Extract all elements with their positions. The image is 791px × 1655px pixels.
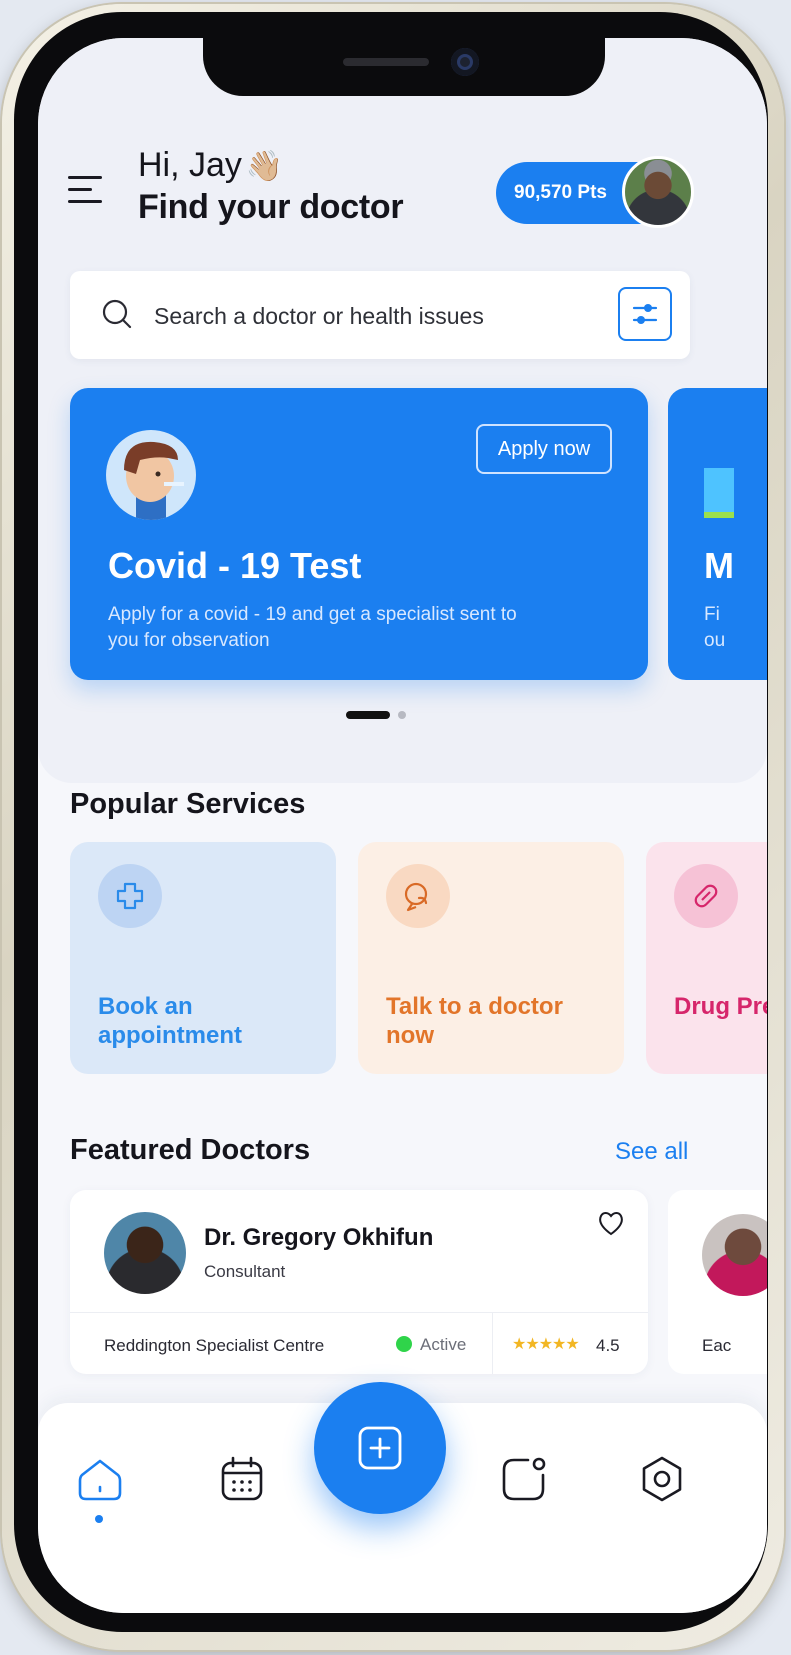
card-divider [70,1312,648,1313]
next-banner-title: M [704,545,734,586]
patient-illustration-icon [106,430,196,520]
points-value: 90,570 Pts [514,182,607,203]
wave-icon: 👋🏼 [245,150,284,183]
doctor-avatar [104,1212,186,1294]
service-book-appointment[interactable]: Book an appointment [70,842,336,1074]
star-rating-icon: ★★★★★ [512,1336,580,1353]
device-notch [203,38,605,96]
carousel-pagination[interactable] [346,706,406,724]
doctor-name: Dr. Gregory Okhifun [204,1224,434,1251]
pagination-dot-active[interactable] [346,711,390,719]
add-icon [358,1426,402,1470]
settings-icon [642,1456,682,1502]
status-badge: Active [420,1335,467,1354]
sliders-icon [632,304,658,324]
doctor-centre: Reddington Specialist Centre [104,1336,325,1355]
covid-test-banner[interactable]: Apply now Covid - 19 Test Apply for a co… [70,388,648,680]
user-avatar[interactable] [622,156,694,228]
add-button[interactable] [314,1382,446,1514]
featured-doctors-title: Featured Doctors [70,1134,311,1166]
doctor-avatar [702,1214,767,1296]
chat-icon [502,1457,546,1501]
doctor-card[interactable]: Dr. Gregory Okhifun Consultant Reddingto… [70,1190,648,1374]
camera-icon [451,48,479,76]
next-doctor-card[interactable]: Eac [668,1190,767,1374]
search-bar [70,271,690,359]
nav-messages[interactable] [498,1453,550,1505]
greeting-text: Hi, Jay [138,146,242,184]
calendar-icon [221,1456,263,1501]
card-divider [492,1312,493,1374]
chat-bubbles-icon [386,864,450,928]
heart-icon[interactable] [596,1208,626,1238]
app-screen: Hi, Jay 👋🏼 Find your doctor 90,570 Pts S… [38,38,767,1613]
service-label: Talk to a doctor now [386,993,563,1049]
pill-icon [674,864,738,928]
medical-cross-icon [98,864,162,928]
pagination-dot[interactable] [398,711,406,719]
nav-calendar[interactable] [216,1453,268,1505]
service-talk-to-doctor[interactable]: Talk to a doctor now [358,842,624,1074]
banner-title: Covid - 19 Test [108,545,362,586]
nav-settings[interactable] [636,1453,688,1505]
filter-button[interactable] [618,287,672,341]
greeting: Hi, Jay 👋🏼 [138,146,283,185]
rating-value: 4.5 [596,1336,620,1355]
apply-now-button[interactable]: Apply now [476,424,612,474]
speaker-icon [343,58,429,66]
status-indicator [396,1336,412,1352]
search-icon [102,299,132,329]
next-banner-description: Fi ou [704,604,726,651]
next-banner-card[interactable]: M Fi ou [668,388,767,680]
home-icon [78,1459,122,1501]
search-input[interactable] [152,293,576,339]
menu-icon[interactable] [68,176,104,208]
service-label: Book an appointment [98,993,242,1049]
clipboard-icon [704,468,734,518]
nav-home[interactable] [74,1453,126,1505]
page-title: Find your doctor [138,188,404,226]
service-label: Drug Pres [674,993,767,1020]
service-drug-prescription[interactable]: Drug Pres [646,842,767,1074]
active-nav-indicator [95,1515,103,1523]
doctor-centre: Eac [702,1336,732,1355]
see-all-link[interactable]: See all [615,1138,688,1166]
popular-services-title: Popular Services [70,788,306,820]
doctor-role: Consultant [204,1262,286,1281]
banner-description: Apply for a covid - 19 and get a special… [108,604,517,651]
